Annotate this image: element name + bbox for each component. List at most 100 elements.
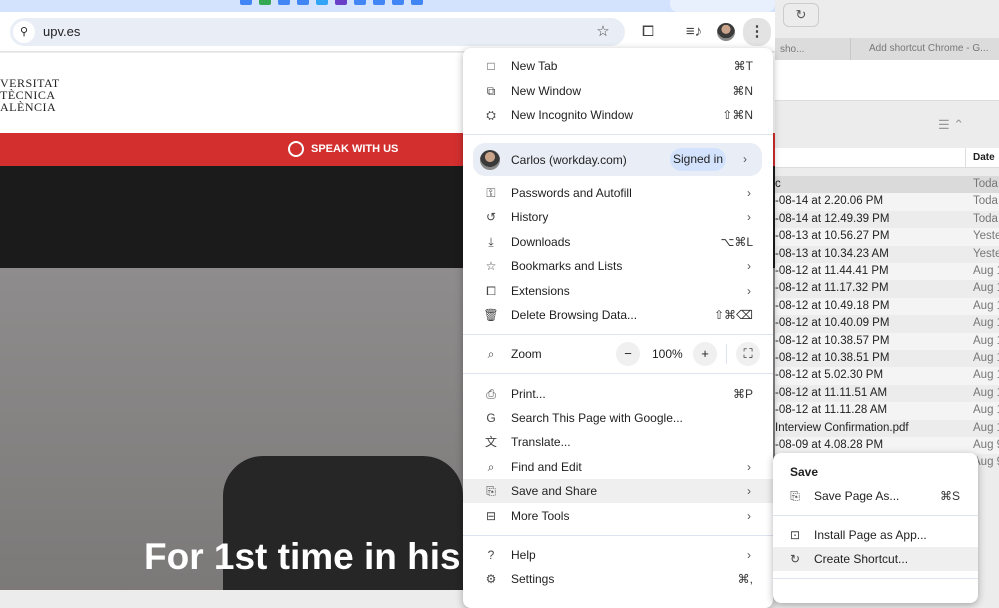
date-column-header[interactable]: Date <box>965 148 995 168</box>
menu-item-bookmarks-and-lists[interactable]: ☆Bookmarks and Lists› <box>463 254 773 278</box>
file-date: Aug 1 <box>973 298 999 315</box>
profile-item[interactable]: Carlos (workday.com)Signed in› <box>473 143 762 176</box>
file-name: -08-12 at 5.02.30 PM <box>775 369 883 381</box>
menu-item-extensions[interactable]: ⧠Extensions› <box>463 279 773 303</box>
menu-item-label: Install Page as App... <box>814 523 927 547</box>
menu-item-delete-browsing-data[interactable]: 🗑Delete Browsing Data...⇧⌘⌫ <box>463 303 773 327</box>
chevron-right-icon: › <box>747 504 751 528</box>
file-row[interactable]: -08-12 at 10.38.51 PMAug 1 <box>775 350 999 367</box>
kebab-menu-icon[interactable]: ⋮ <box>743 18 771 46</box>
menu-item-passwords-and-autofill[interactable]: ⚿Passwords and Autofill› <box>463 181 773 205</box>
submenu-heading: Save <box>790 465 818 479</box>
file-date: Aug 1 <box>973 333 999 350</box>
menu-item-label: Save and Share <box>511 479 597 503</box>
upv-logo[interactable]: VERSITAT TÈCNICA ALÈNCIA <box>0 77 60 113</box>
file-row[interactable]: -08-09 at 4.08.28 PMAug 9 <box>775 437 999 454</box>
menu-item-label: Downloads <box>511 230 570 254</box>
bookmark-favicon-icon[interactable] <box>297 0 309 5</box>
file-row[interactable]: -08-12 at 10.38.57 PMAug 1 <box>775 333 999 350</box>
menu-item-icon: ⚿ <box>483 181 499 205</box>
bookmark-favicon-icon[interactable] <box>278 0 290 5</box>
bookmark-favicon-icon[interactable] <box>373 0 385 5</box>
file-row[interactable]: cToda <box>775 176 999 193</box>
bookmark-favicon-icon[interactable] <box>316 0 328 5</box>
menu-item-label: New Tab <box>511 54 557 78</box>
bookmark-favicon-icon[interactable] <box>411 0 423 5</box>
chevron-right-icon: › <box>747 205 751 229</box>
speak-with-us-link[interactable]: SPEAK WITH US <box>311 143 398 155</box>
file-row[interactable]: -08-14 at 2.20.06 PMToda <box>775 193 999 210</box>
zoom-row: ⌕Zoom−100%+⛶ <box>463 342 773 366</box>
background-tab[interactable]: Add shortcut Chrome - G... <box>850 38 989 60</box>
file-row[interactable]: -08-12 at 10.49.18 PMAug 1 <box>775 298 999 315</box>
menu-item-save-page-as[interactable]: ⎘Save Page As...⌘S <box>773 484 978 508</box>
file-name: -08-14 at 2.20.06 PM <box>775 195 883 207</box>
menu-separator <box>463 334 773 335</box>
chevron-right-icon: › <box>747 455 751 479</box>
file-name: -08-12 at 10.38.51 PM <box>775 352 889 364</box>
list-view-icon[interactable]: ☰ ⌃ <box>938 117 964 133</box>
menu-item-label: Translate... <box>511 430 571 454</box>
menu-item-settings[interactable]: ⚙Settings⌘, <box>463 567 773 591</box>
file-row[interactable]: -08-12 at 11.17.32 PMAug 1 <box>775 280 999 297</box>
file-row[interactable]: -08-12 at 5.02.30 PMAug 1 <box>775 367 999 384</box>
menu-item-downloads[interactable]: ⤓Downloads⌥⌘L <box>463 230 773 254</box>
file-row[interactable]: -08-12 at 11.11.51 AMAug 1 <box>775 385 999 402</box>
shortcut-label: ⇧⌘N <box>722 103 753 127</box>
chevron-right-icon: › <box>747 254 751 278</box>
menu-item-print[interactable]: ⎙Print...⌘P <box>463 382 773 406</box>
active-tab[interactable] <box>670 0 775 12</box>
file-row[interactable]: -08-12 at 11.11.28 AMAug 1 <box>775 402 999 419</box>
menu-item-create-shortcut[interactable]: ↻Create Shortcut... <box>773 547 978 571</box>
menu-item-new-tab[interactable]: □New Tab⌘T <box>463 54 773 78</box>
address-bar[interactable]: ⚲ upv.es <box>10 18 625 46</box>
menu-item-translate[interactable]: 文 Translate... <box>463 430 773 454</box>
file-row[interactable]: -08-12 at 11.44.41 PMAug 1 <box>775 263 999 280</box>
tab-title: Add shortcut Chrome - G... <box>869 43 989 54</box>
menu-item-history[interactable]: ↺History› <box>463 205 773 229</box>
file-row[interactable]: -08-13 at 10.34.23 AMYeste <box>775 246 999 263</box>
menu-item-icon: ↻ <box>787 547 803 571</box>
menu-item-label: Search This Page with Google... <box>511 406 683 430</box>
file-name: -08-12 at 11.17.32 PM <box>775 282 889 294</box>
menu-item-label: Save Page As... <box>814 484 899 508</box>
menu-item-icon: ⛭ <box>483 103 499 127</box>
menu-item-save-and-share[interactable]: ⎘Save and Share› <box>463 479 773 503</box>
reload-icon[interactable]: ↻ <box>783 3 819 27</box>
media-control-icon[interactable]: ≡♪ <box>682 20 706 44</box>
url-text[interactable]: upv.es <box>43 24 80 39</box>
bookmark-favicon-icon[interactable] <box>259 0 271 5</box>
shortcut-label: ⌘, <box>738 567 753 591</box>
menu-item-icon: □ <box>483 54 499 78</box>
file-row[interactable]: -08-13 at 10.56.27 PMYeste <box>775 228 999 245</box>
bookmark-favicon-icon[interactable] <box>392 0 404 5</box>
menu-item-find-and-edit[interactable]: ⌕Find and Edit› <box>463 455 773 479</box>
profile-avatar[interactable] <box>717 23 735 41</box>
finder-column-header: Date <box>775 148 999 168</box>
bookmark-favicon-icon[interactable] <box>354 0 366 5</box>
menu-item-new-window[interactable]: ⧉New Window⌘N <box>463 79 773 103</box>
bookmark-favicon-icon[interactable] <box>240 0 252 5</box>
profile-avatar <box>480 150 500 170</box>
chevron-right-icon: › <box>747 479 751 503</box>
file-row[interactable]: Interview Confirmation.pdfAug 1 <box>775 420 999 437</box>
hero-headline: For 1st time in his <box>144 536 461 578</box>
fullscreen-button[interactable]: ⛶ <box>736 342 760 366</box>
file-row[interactable]: -08-14 at 12.49.39 PMToda <box>775 211 999 228</box>
file-row[interactable]: -08-12 at 10.40.09 PMAug 1 <box>775 315 999 332</box>
file-date: Aug 9 <box>973 437 999 454</box>
menu-item-more-tools[interactable]: ⊟More Tools› <box>463 504 773 528</box>
zoom-out-button[interactable]: − <box>616 342 640 366</box>
menu-item-label: New Incognito Window <box>511 103 633 127</box>
menu-item-new-incognito-window[interactable]: ⛭ New Incognito Window ⇧⌘N <box>463 103 773 127</box>
star-icon[interactable]: ☆ <box>591 20 615 44</box>
menu-item-search-this-page-with-google[interactable]: GSearch This Page with Google... <box>463 406 773 430</box>
background-tab[interactable]: sho... <box>780 44 804 55</box>
bookmark-favicon-icon[interactable] <box>335 0 347 5</box>
zoom-in-button[interactable]: + <box>693 342 717 366</box>
menu-item-icon: 文 <box>483 430 499 454</box>
extension-icon[interactable]: ⧠ <box>636 20 660 44</box>
menu-item-install-page-as-app[interactable]: ⊡Install Page as App... <box>773 523 978 547</box>
menu-item-help[interactable]: ?Help› <box>463 543 773 567</box>
tune-icon[interactable]: ⚲ <box>13 21 35 43</box>
